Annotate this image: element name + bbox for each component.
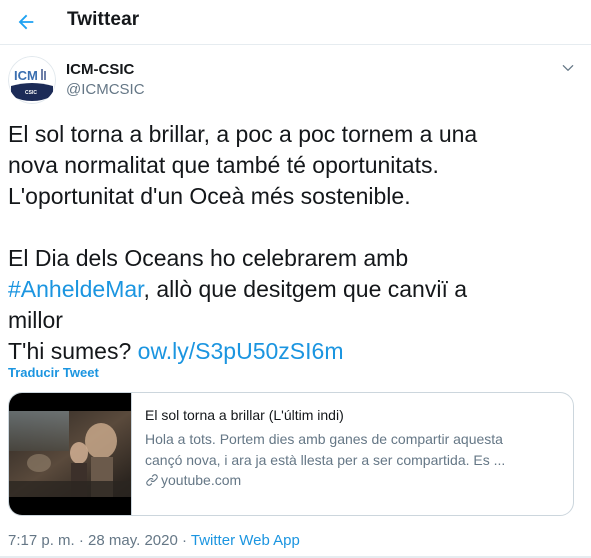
card-domain: youtube.com: [145, 472, 567, 488]
chevron-down-icon: [562, 65, 574, 71]
card-description: Hola a tots. Portem dies amb ganes de co…: [145, 429, 565, 471]
arrow-left-icon: [18, 14, 34, 30]
svg-text:CSIC: CSIC: [25, 90, 37, 96]
separator: ·: [177, 532, 191, 549]
page-title: Twittear: [67, 9, 140, 30]
card-title: El sol torna a brillar (L'últim indi): [145, 407, 344, 423]
tweet-meta: 7:17 p. m. · 28 may. 2020 · Twitter Web …: [8, 532, 300, 549]
separator: ·: [74, 532, 89, 549]
tweet-line: T'hi sumes? ow.ly/S3pU50zSI6m: [8, 336, 583, 367]
source-app-link[interactable]: Twitter Web App: [191, 532, 300, 549]
hashtag-link[interactable]: #AnheldeMar: [8, 276, 144, 302]
tweet-line: #AnheldeMar, allò que desitgem que canvi…: [8, 274, 583, 305]
tweet-line: millor: [8, 307, 63, 333]
tweet-text: El sol torna a brillar, a poc a poc torn…: [8, 119, 583, 367]
more-options-button[interactable]: [556, 56, 580, 80]
tweet-date[interactable]: 28 may. 2020: [88, 532, 178, 549]
tweet-line-text: T'hi sumes?: [8, 338, 138, 364]
author-handle[interactable]: @ICMCSIC: [66, 81, 145, 98]
translate-tweet-link[interactable]: Traducir Tweet: [8, 365, 99, 380]
back-button[interactable]: [8, 4, 44, 40]
svg-text:ICM: ICM: [14, 68, 38, 83]
icm-logo: ICM CSIC: [8, 56, 56, 104]
avatar[interactable]: ICM CSIC: [8, 56, 56, 104]
tweet-line: nova normalitat que també té oportunitat…: [8, 152, 439, 178]
url-link[interactable]: ow.ly/S3pU50zSI6m: [138, 338, 344, 364]
link-card[interactable]: El sol torna a brillar (L'últim indi) Ho…: [8, 392, 574, 516]
tweet-line: L'oportunitat d'un Oceà més sostenible.: [8, 183, 411, 209]
card-body: El sol torna a brillar (L'últim indi) Ho…: [145, 407, 567, 488]
tweet-line: El sol torna a brillar, a poc a poc torn…: [8, 121, 478, 147]
card-thumbnail: [9, 393, 132, 515]
link-icon: [146, 474, 158, 486]
tweet-time[interactable]: 7:17 p. m.: [8, 532, 75, 549]
card-description-line: Hola a tots. Portem dies amb ganes de co…: [145, 431, 503, 447]
top-bar: Twittear: [0, 0, 591, 45]
tweet-line-text: , allò que desitgem que canviï a: [143, 276, 468, 302]
card-domain-text: youtube.com: [161, 472, 242, 488]
author-name[interactable]: ICM-CSIC: [66, 61, 134, 78]
tweet-line: El Dia dels Oceans ho celebrarem amb: [8, 245, 409, 271]
card-description-line: cançó nova, i ara ja està llesta per a s…: [145, 452, 506, 468]
